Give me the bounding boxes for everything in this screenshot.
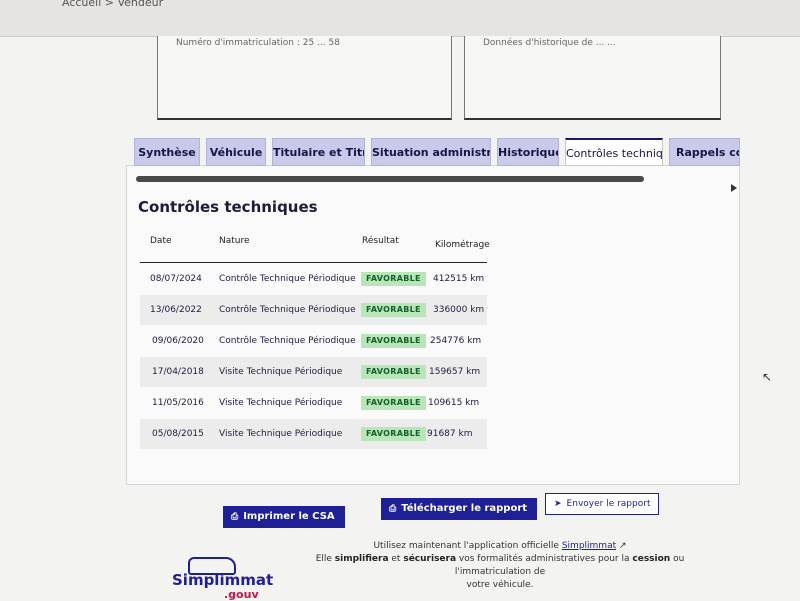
download-report-label: Télécharger le rapport (401, 503, 528, 514)
row-date: 05/08/2015 (152, 429, 204, 439)
promo-line-1: Utilisez maintenant l'application offici… (300, 540, 700, 553)
promo-word: vos formalités administratives pour la (458, 554, 630, 564)
tab-scrollbar[interactable] (136, 176, 644, 182)
table-row: 13/06/2022 Contrôle Technique Périodique… (140, 295, 487, 325)
registration-panel: Numéro d'immatriculation : 25 ... 58 (157, 36, 452, 120)
result-badge: FAVORABLE (361, 272, 426, 286)
row-mileage: 254776 km (430, 336, 482, 346)
row-mileage: 91687 km (427, 429, 473, 439)
logo-name: Simplimmat (172, 571, 274, 589)
section-title: Contrôles techniques (138, 198, 318, 216)
col-header-date: Date (150, 236, 172, 246)
tab-bar: Synthèse Véhicule Titulaire et Titre Sit… (134, 138, 740, 172)
table-row: 17/04/2018 Visite Technique Périodique F… (140, 357, 487, 387)
row-mileage: 412515 km (433, 274, 485, 284)
row-date: 11/05/2016 (152, 398, 204, 408)
row-date: 13/06/2022 (150, 305, 202, 315)
row-date: 17/04/2018 (152, 367, 204, 377)
send-report-button[interactable]: ➤ Envoyer le rapport (545, 493, 660, 515)
tab-synthese[interactable]: Synthèse (134, 138, 200, 166)
promo-bold-word: sécurisera (403, 554, 457, 564)
row-date: 09/06/2020 (152, 336, 204, 346)
table-row: 08/07/2024 Contrôle Technique Périodique… (140, 264, 487, 294)
print-csa-label: Imprimer le CSA (243, 511, 335, 522)
download-icon: ⎙ (389, 504, 397, 514)
result-badge: FAVORABLE (361, 365, 426, 379)
tab-controles-techniques[interactable]: Contrôles techniques (565, 138, 663, 166)
tab-rappels[interactable]: Rappels constructeur (669, 138, 740, 166)
simplimmat-link[interactable]: Simplimmat (562, 541, 616, 551)
table-row: 11/05/2016 Visite Technique Périodique F… (140, 388, 487, 418)
col-header-result: Résultat (362, 236, 399, 246)
promo-text: Utilisez maintenant l'application offici… (300, 540, 700, 592)
row-nature: Contrôle Technique Périodique (219, 336, 356, 346)
row-mileage: 159657 km (429, 367, 481, 377)
promo-line-3: votre véhicule. (466, 580, 534, 590)
result-badge: FAVORABLE (361, 334, 426, 348)
download-report-button[interactable]: ⎙ Télécharger le rapport (381, 498, 538, 520)
row-date: 08/07/2024 (150, 274, 202, 284)
promo-word: Elle (315, 554, 332, 564)
table-row: 09/06/2020 Contrôle Technique Périodique… (140, 326, 487, 356)
tab-vehicule[interactable]: Véhicule (206, 138, 266, 166)
col-header-mileage: Kilométrage (435, 240, 490, 250)
promo-bold-word: simplifiera (334, 554, 389, 564)
send-report-label: Envoyer le rapport (566, 499, 651, 509)
mouse-cursor-icon: ↖ (762, 370, 773, 384)
row-nature: Contrôle Technique Périodique (219, 274, 356, 284)
breadcrumb[interactable]: Accueil > Vendeur (62, 0, 163, 9)
registration-text: Numéro d'immatriculation : 25 ... 58 (176, 38, 340, 48)
promo-word: et (391, 554, 401, 564)
logo-suffix: .gouv (224, 588, 259, 601)
tab-titulaire[interactable]: Titulaire et Titre (272, 138, 365, 166)
external-link-icon: ↗ (619, 541, 627, 551)
simplimmat-logo[interactable]: Simplimmat .gouv (172, 555, 273, 601)
tab-scroll-right-icon[interactable] (731, 184, 737, 192)
result-badge: FAVORABLE (361, 427, 426, 441)
row-nature: Visite Technique Périodique (219, 429, 343, 439)
row-mileage: 336000 km (433, 305, 485, 315)
print-csa-button[interactable]: ⎙ Imprimer le CSA (223, 506, 345, 528)
promo-line1-text: Utilisez maintenant l'application offici… (373, 541, 559, 551)
row-mileage: 109615 km (428, 398, 480, 408)
top-bar: Accueil > Vendeur (0, 0, 800, 37)
printer-icon: ⎙ (231, 512, 239, 522)
history-panel: Données d'historique de ... ... (464, 36, 721, 120)
result-badge: FAVORABLE (361, 303, 426, 317)
tab-historique[interactable]: Historique (497, 138, 559, 166)
tab-situation[interactable]: Situation administrative (371, 138, 491, 166)
col-header-nature: Nature (219, 236, 250, 246)
header-rule (140, 262, 487, 263)
promo-line-2: Elle simplifiera et sécurisera vos forma… (300, 553, 700, 579)
row-nature: Visite Technique Périodique (219, 367, 343, 377)
send-icon: ➤ (554, 499, 562, 509)
row-nature: Visite Technique Périodique (219, 398, 343, 408)
table-row: 05/08/2015 Visite Technique Périodique F… (140, 419, 487, 449)
history-text: Données d'historique de ... ... (483, 38, 616, 48)
promo-bold-word: cession (632, 554, 671, 564)
result-badge: FAVORABLE (361, 396, 426, 410)
row-nature: Contrôle Technique Périodique (219, 305, 356, 315)
